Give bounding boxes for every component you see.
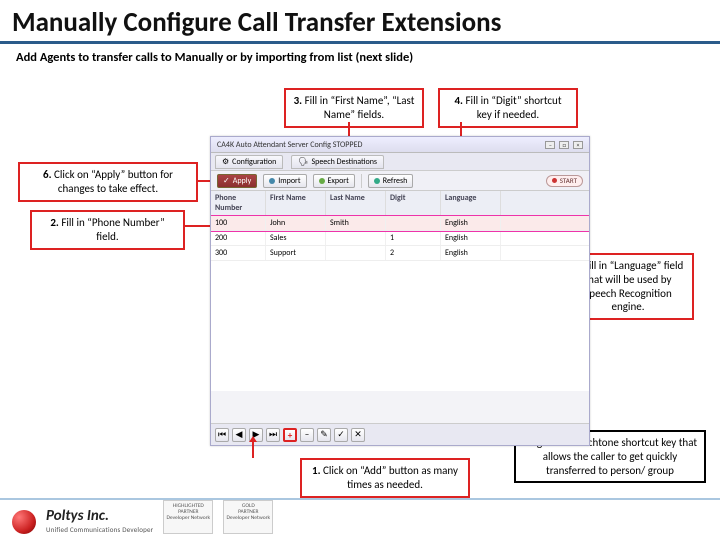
first-page-button[interactable]: ⏮ — [215, 428, 229, 442]
refresh-button[interactable]: Refresh — [368, 174, 414, 188]
tab-bar: ⚙ Configuration 🗣 Speech Destinations — [211, 153, 589, 171]
check-icon: ✓ — [223, 176, 230, 186]
tab-speech-destinations[interactable]: 🗣 Speech Destinations — [291, 155, 384, 169]
callout-step4: 4. Fill in “Digit” shortcut key if neede… — [438, 88, 578, 128]
callout-step6: 6. Click on “Apply” button for changes t… — [18, 162, 198, 202]
callout-step1: 1. Click on “Add” button as many times a… — [300, 458, 470, 498]
import-icon — [269, 178, 275, 184]
apply-button[interactable]: ✓ Apply — [217, 174, 257, 188]
table-row[interactable]: 100 John Smith English — [211, 216, 589, 231]
window-title-text: CA4K Auto Attendant Server Config STOPPE… — [217, 140, 362, 150]
action-toolbar: ✓ Apply Import Export Refresh START — [211, 171, 589, 191]
grid-header-row: Phone Number First Name Last Name Digit … — [211, 191, 589, 216]
company-logo-text: Poltys Inc. Unified Communications Devel… — [46, 507, 153, 534]
export-icon — [319, 178, 325, 184]
close-icon[interactable]: × — [573, 141, 583, 149]
partner-badge: GOLDPARTNERDeveloper Network — [223, 500, 273, 534]
table-row[interactable]: 200 Sales 1 English — [211, 231, 589, 246]
callout-step2: 2. Fill in “Phone Number” field. — [30, 210, 185, 250]
speech-icon: 🗣 — [298, 157, 308, 167]
slide-title: Manually Configure Call Transfer Extensi… — [0, 0, 720, 44]
table-row[interactable]: 300 Support 2 English — [211, 246, 589, 261]
add-row-button[interactable]: + — [283, 428, 297, 442]
gear-icon: ⚙ — [222, 157, 229, 167]
maximize-icon[interactable]: □ — [559, 141, 569, 149]
cancel-button[interactable]: ✕ — [351, 428, 365, 442]
partner-badge: HIGHLIGHTEDPARTNERDeveloper Network — [163, 500, 213, 534]
window-titlebar: CA4K Auto Attendant Server Config STOPPE… — [211, 137, 589, 153]
grid-footer-toolbar: ⏮ ◀ ▶ ⏭ + – ✎ ✓ ✕ — [211, 423, 589, 445]
slide-subtitle: Add Agents to transfer calls to Manually… — [0, 44, 720, 71]
company-logo-icon — [12, 510, 36, 534]
minimize-icon[interactable]: – — [545, 141, 555, 149]
arrow-step1 — [252, 442, 254, 458]
import-button[interactable]: Import — [263, 174, 306, 188]
prev-page-button[interactable]: ◀ — [232, 428, 246, 442]
confirm-button[interactable]: ✓ — [334, 428, 348, 442]
callout-step3: 3. Fill in “First Name”, “Last Name” fie… — [284, 88, 424, 128]
window-controls[interactable]: – □ × — [543, 140, 583, 150]
app-window: CA4K Auto Attendant Server Config STOPPE… — [210, 136, 590, 446]
export-button[interactable]: Export — [313, 174, 355, 188]
status-dot-icon — [552, 178, 557, 183]
data-grid[interactable]: Phone Number First Name Last Name Digit … — [211, 191, 589, 391]
service-status[interactable]: START — [546, 175, 583, 187]
edit-row-button[interactable]: ✎ — [317, 428, 331, 442]
delete-row-button[interactable]: – — [300, 428, 314, 442]
last-page-button[interactable]: ⏭ — [266, 428, 280, 442]
refresh-icon — [374, 178, 380, 184]
tab-configuration[interactable]: ⚙ Configuration — [215, 155, 283, 169]
slide-footer: Poltys Inc. Unified Communications Devel… — [0, 500, 720, 540]
